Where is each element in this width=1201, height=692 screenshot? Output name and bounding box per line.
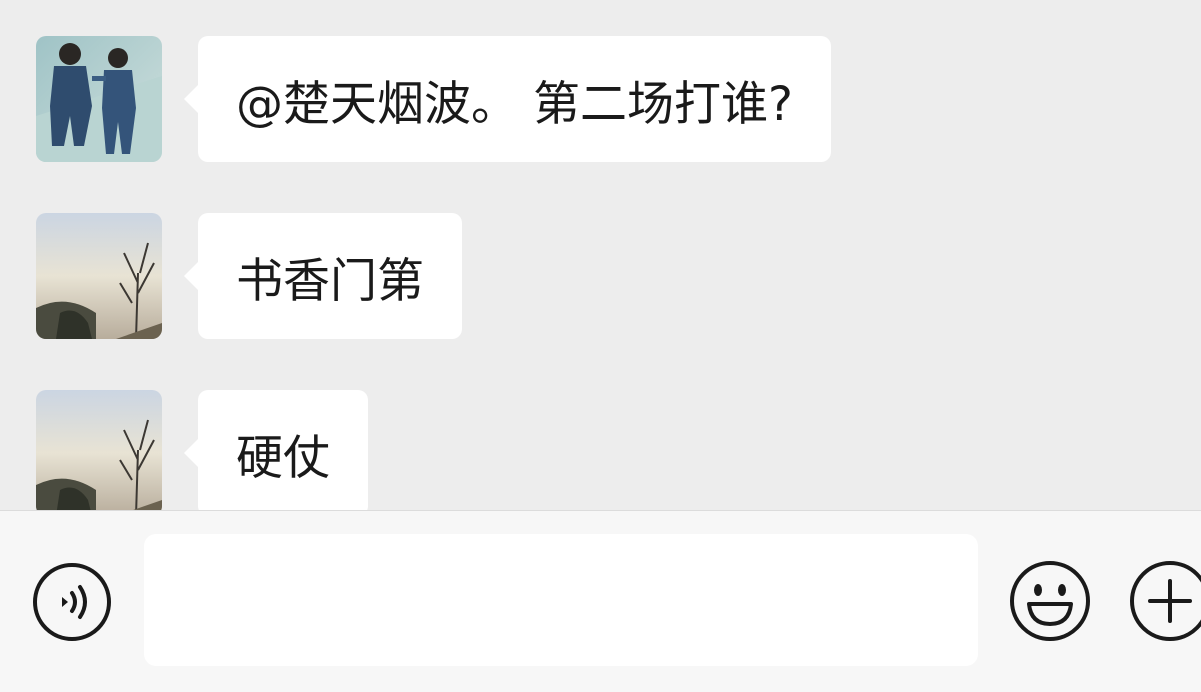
message-text: 硬仗 <box>236 430 330 486</box>
plus-icon[interactable] <box>1129 560 1201 642</box>
chat-input-bar <box>0 510 1201 692</box>
message-bubble[interactable]: @楚天烟波。 第二场打谁? <box>184 36 831 162</box>
message-bubble[interactable]: 书香门第 <box>184 213 462 339</box>
avatar[interactable] <box>36 390 162 510</box>
emoji-icon[interactable] <box>1009 560 1091 642</box>
message-input[interactable] <box>144 534 978 666</box>
avatar[interactable] <box>36 36 162 162</box>
message-bubble[interactable]: 硬仗 <box>184 390 368 510</box>
message-text: 书香门第 <box>236 253 424 309</box>
chat-message-list[interactable]: @楚天烟波。 第二场打谁? 书香门第 硬仗 <box>0 0 1201 510</box>
avatar[interactable] <box>36 213 162 339</box>
voice-icon[interactable] <box>32 562 112 642</box>
message-text: @楚天烟波。 第二场打谁? <box>236 76 793 132</box>
